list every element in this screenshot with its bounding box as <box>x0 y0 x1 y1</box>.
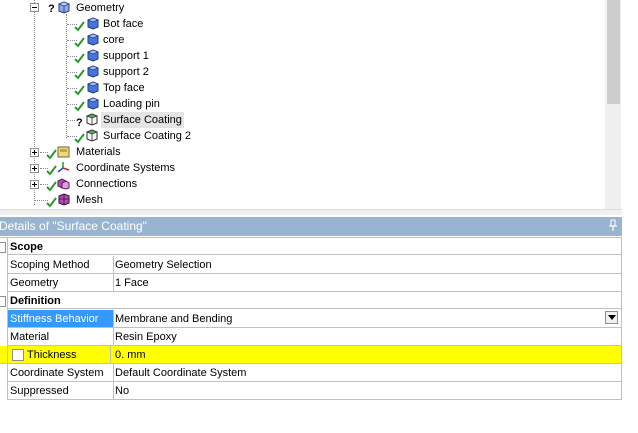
grid-border <box>7 238 8 400</box>
tree-item-label: Connections <box>76 178 138 190</box>
connections-icon <box>57 178 70 190</box>
property-name: Suppressed <box>7 382 114 400</box>
category-label: Definition <box>7 292 621 309</box>
geometry-folder-icon <box>57 1 70 14</box>
collapse-geometry-toggle[interactable] <box>30 3 39 12</box>
tree-item-label: Loading pin <box>103 98 160 110</box>
tree-item-label: Surface Coating 2 <box>103 130 192 142</box>
checkmark-icon <box>74 101 85 112</box>
grid-empty-area <box>0 400 622 433</box>
property-row-material[interactable]: Material Resin Epoxy <box>0 328 622 346</box>
chevron-down-icon[interactable] <box>605 311 618 324</box>
property-row-suppressed[interactable]: Suppressed No <box>0 382 622 400</box>
property-value[interactable]: 1 Face <box>111 274 621 292</box>
body-icon <box>86 17 99 30</box>
scrollbar-thumb[interactable] <box>607 0 620 104</box>
dropdown-value: Membrane and Bending <box>115 313 233 325</box>
expand-coordinate-systems-toggle[interactable] <box>30 164 39 173</box>
tree-item-label: Mesh <box>76 194 103 206</box>
tree-item-label: support 2 <box>103 66 149 78</box>
body-icon <box>86 33 99 46</box>
thickness-input[interactable]: 0. mm <box>111 346 621 364</box>
property-name-cell: Thickness <box>0 346 111 364</box>
tree-item-label: Top face <box>103 82 145 94</box>
collapse-definition-toggle[interactable] <box>0 292 6 310</box>
collapse-scope-toggle[interactable] <box>0 238 6 256</box>
tree-item-label: support 1 <box>103 50 149 62</box>
panel-splitter[interactable] <box>0 209 622 215</box>
tree-connector <box>67 120 75 121</box>
property-value[interactable]: Resin Epoxy <box>111 328 621 346</box>
body-icon <box>86 97 99 110</box>
coordinate-axes-icon <box>57 162 70 173</box>
property-row-geometry[interactable]: Geometry 1 Face <box>0 274 622 292</box>
tree-item-label: Bot face <box>103 18 144 30</box>
surface-body-icon <box>85 113 98 126</box>
stiffness-behavior-dropdown[interactable]: Membrane and Bending <box>111 310 621 328</box>
parameter-checkbox[interactable] <box>12 349 24 361</box>
property-name: Stiffness Behavior <box>7 310 114 328</box>
details-panel-title: Details of "Surface Coating" <box>0 219 147 233</box>
question-status-icon: ? <box>48 3 55 15</box>
property-row-thickness[interactable]: Thickness 0. mm <box>0 346 622 364</box>
property-value[interactable]: Default Coordinate System <box>111 364 621 382</box>
expand-materials-toggle[interactable] <box>30 148 39 157</box>
tree-connector <box>34 0 35 205</box>
pin-icon[interactable] <box>607 219 619 233</box>
property-row-coordinate-system[interactable]: Coordinate System Default Coordinate Sys… <box>0 364 622 382</box>
checkmark-icon <box>74 53 85 64</box>
property-name: Material <box>7 328 114 346</box>
expand-connections-toggle[interactable] <box>30 180 39 189</box>
checkmark-icon <box>74 21 85 32</box>
property-value[interactable]: No <box>111 382 621 400</box>
property-value[interactable]: Geometry Selection <box>111 256 621 274</box>
tree-item-label: Coordinate Systems <box>76 162 176 174</box>
materials-icon <box>57 146 70 158</box>
body-icon <box>86 65 99 78</box>
category-definition[interactable]: Definition <box>0 292 622 310</box>
tree-item-label: Geometry <box>76 2 125 14</box>
property-name: Geometry <box>7 274 114 292</box>
checkmark-icon <box>74 37 85 48</box>
tree-item-label: Materials <box>76 146 121 158</box>
category-scope[interactable]: Scope <box>0 238 622 256</box>
details-panel-header: Details of "Surface Coating" <box>0 217 622 236</box>
body-icon <box>86 81 99 94</box>
property-name: Scoping Method <box>7 256 114 274</box>
body-icon <box>86 49 99 62</box>
checkmark-icon <box>74 85 85 96</box>
tree-item-label: Surface Coating <box>101 112 184 128</box>
checkmark-icon <box>74 69 85 80</box>
question-status-icon: ? <box>76 117 83 129</box>
outline-tree: ? Geometry Bot face core support 1 suppo… <box>0 0 605 210</box>
grid-border <box>621 238 622 400</box>
surface-body-icon <box>85 129 98 142</box>
property-row-scoping-method[interactable]: Scoping Method Geometry Selection <box>0 256 622 274</box>
mesh-icon <box>58 193 70 206</box>
tree-vertical-scrollbar[interactable] <box>605 0 621 210</box>
tree-item-label: core <box>103 34 125 46</box>
property-name: Coordinate System <box>7 364 114 382</box>
property-row-stiffness-behavior[interactable]: Stiffness Behavior Membrane and Bending <box>0 310 622 328</box>
category-label: Scope <box>7 238 621 255</box>
